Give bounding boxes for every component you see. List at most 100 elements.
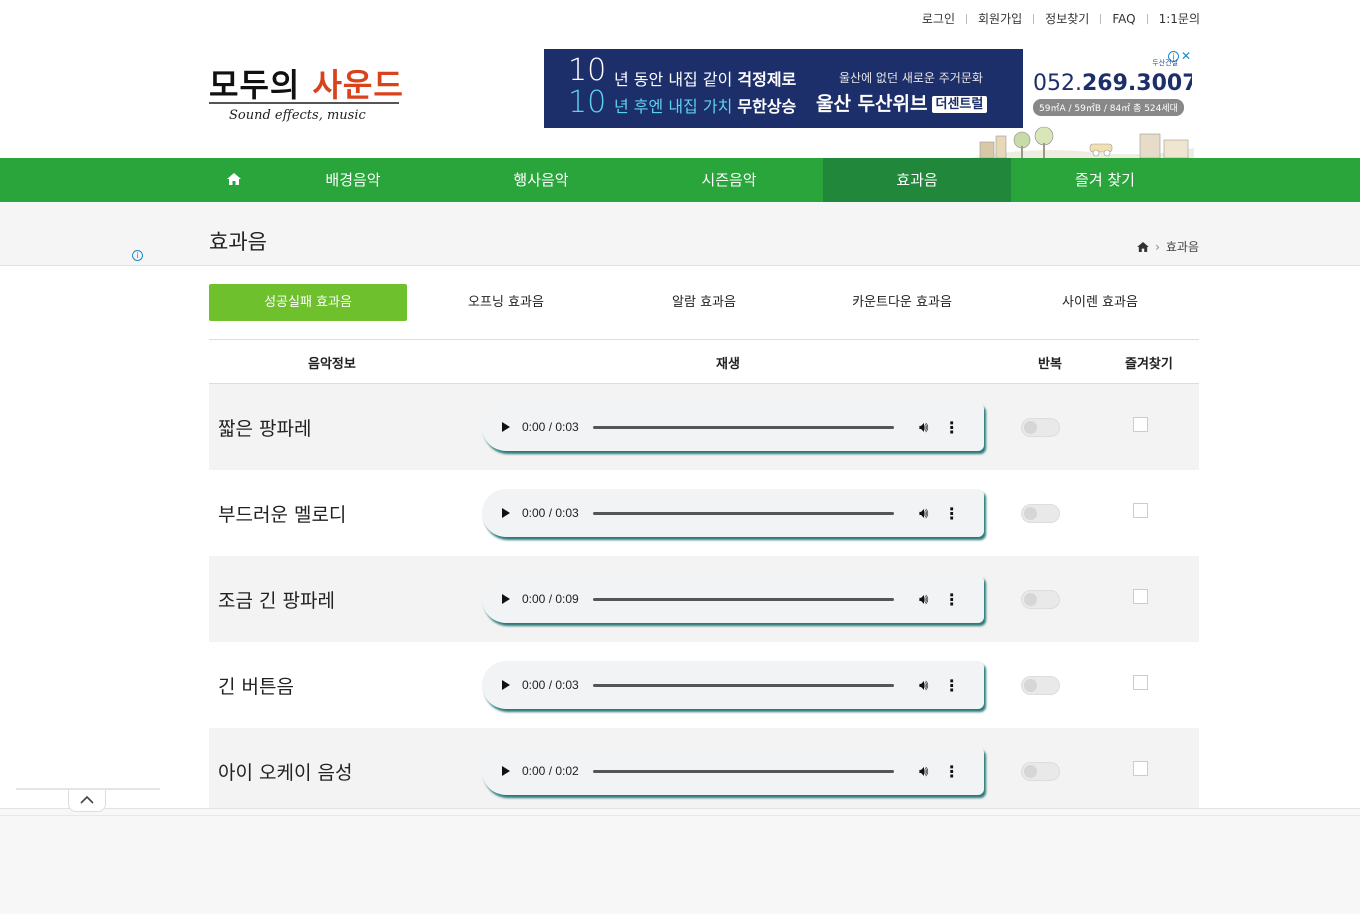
category-tabs: 성공실패 효과음 오프닝 효과음 알람 효과음 카운트다운 효과음 사이렌 효과… [209, 284, 1199, 321]
ad-phone-a: 052. [1033, 71, 1082, 96]
seek-bar[interactable] [592, 683, 894, 687]
more-options-icon[interactable]: ⋮ [944, 590, 960, 609]
logo-accent-text: 사운드 [312, 66, 404, 104]
table-row: 부드러운 멜로디 0:00 / 0:03 🔊︎ ⋮ [209, 470, 1199, 556]
favorite-checkbox[interactable] [1133, 761, 1148, 776]
play-icon[interactable] [502, 422, 510, 432]
more-options-icon[interactable]: ⋮ [944, 504, 960, 523]
inquiry-link[interactable]: 1:1문의 [1159, 10, 1200, 27]
toggle-knob [1024, 593, 1037, 606]
header-favorite: 즐겨찾기 [1125, 357, 1173, 372]
time-display: 0:00 / 0:03 [522, 420, 579, 434]
seek-bar[interactable] [592, 769, 894, 773]
ad-digit-top: 10 [568, 53, 607, 88]
divider [966, 13, 967, 24]
ad-houses-illustration [970, 126, 1194, 158]
volume-icon[interactable]: 🔊︎ [916, 504, 932, 522]
ad-line1-b: 걱정제로 [737, 70, 797, 89]
time-display: 0:00 / 0:09 [522, 592, 579, 606]
play-icon[interactable] [502, 594, 510, 604]
play-icon[interactable] [502, 508, 510, 518]
logo-underline [209, 102, 399, 104]
audio-player[interactable]: 0:00 / 0:03 🔊︎ ⋮ [482, 661, 984, 709]
sound-list: 짧은 팡파레 0:00 / 0:03 🔊︎ ⋮ 부드러운 멜로디 0:00 / … [209, 384, 1199, 814]
repeat-toggle[interactable] [1021, 590, 1060, 609]
signup-link[interactable]: 회원가입 [978, 10, 1022, 27]
volume-icon[interactable]: 🔊︎ [916, 676, 932, 694]
sound-title: 아이 오케이 음성 [218, 762, 353, 784]
nav-item-sound-effects[interactable]: 효과음 [823, 158, 1011, 202]
top-links: 로그인 회원가입 정보찾기 FAQ 1:1문의 [922, 10, 1200, 27]
seek-bar[interactable] [592, 511, 894, 515]
ad-line2-b: 무한상승 [737, 97, 797, 116]
table-row: 긴 버튼음 0:00 / 0:03 🔊︎ ⋮ [209, 642, 1199, 728]
play-icon[interactable] [502, 766, 510, 776]
site-logo[interactable]: 모두의 사운드 Sound effects, music [209, 58, 403, 130]
home-icon [227, 173, 241, 185]
audio-player[interactable]: 0:00 / 0:03 🔊︎ ⋮ [482, 489, 984, 537]
volume-icon[interactable]: 🔊︎ [916, 590, 932, 608]
audio-player[interactable]: 0:00 / 0:02 🔊︎ ⋮ [482, 747, 984, 795]
page-title: 효과음 [209, 230, 267, 254]
divider [1100, 13, 1102, 24]
sound-title: 조금 긴 팡파레 [218, 590, 335, 612]
repeat-toggle[interactable] [1021, 504, 1060, 523]
ad-phone: 052.269.3007 [1033, 71, 1192, 96]
tab-siren[interactable]: 사이렌 효과음 [1001, 284, 1199, 321]
more-options-icon[interactable]: ⋮ [944, 418, 960, 437]
favorite-checkbox[interactable] [1133, 503, 1148, 518]
ad-brand: 두산건설 [1152, 59, 1178, 67]
chevron-right-icon: › [1155, 239, 1160, 254]
more-options-icon[interactable]: ⋮ [944, 762, 960, 781]
toggle-knob [1024, 765, 1037, 778]
breadcrumb: › 효과음 [1137, 238, 1199, 255]
favorite-checkbox[interactable] [1133, 589, 1148, 604]
main-nav: 배경음악 행사음악 시즌음악 효과음 즐겨 찾기 [0, 158, 1360, 202]
time-display: 0:00 / 0:03 [522, 506, 579, 520]
more-options-icon[interactable]: ⋮ [944, 676, 960, 695]
favorite-checkbox[interactable] [1133, 675, 1148, 690]
tab-alarm[interactable]: 알람 효과음 [605, 284, 803, 321]
audio-player[interactable]: 0:00 / 0:09 🔊︎ ⋮ [482, 575, 984, 623]
header-repeat: 반복 [1038, 357, 1062, 372]
collapse-button[interactable] [68, 790, 106, 812]
play-icon[interactable] [502, 680, 510, 690]
seek-bar[interactable] [592, 597, 894, 601]
repeat-toggle[interactable] [1021, 676, 1060, 695]
logo-text: 모두의 사운드 [209, 60, 404, 106]
ad-sizes: 59㎡A / 59㎡B / 84㎡ 총 524세대 [1033, 99, 1184, 116]
repeat-toggle[interactable] [1021, 418, 1060, 437]
sound-title: 짧은 팡파레 [218, 418, 312, 440]
nav-item-season-music[interactable]: 시즌음악 [635, 158, 823, 202]
tab-countdown[interactable]: 카운트다운 효과음 [803, 284, 1001, 321]
toggle-knob [1024, 507, 1037, 520]
divider [0, 815, 1360, 816]
ad-line2: 년 후엔 내집 가치 무한상승 [614, 93, 796, 117]
audio-player[interactable]: 0:00 / 0:03 🔊︎ ⋮ [482, 403, 984, 451]
volume-icon[interactable]: 🔊︎ [916, 762, 932, 780]
time-display: 0:00 / 0:02 [522, 764, 579, 778]
info-icon[interactable]: i [132, 250, 143, 261]
toggle-knob [1024, 421, 1037, 434]
page-header: 효과음 › 효과음 [0, 202, 1360, 266]
ad-banner[interactable]: 10 10 년 동안 내집 같이 걱정제로 년 후엔 내집 가치 무한상승 울산… [544, 49, 1192, 128]
volume-icon[interactable]: 🔊︎ [916, 418, 932, 436]
find-info-link[interactable]: 정보찾기 [1045, 10, 1089, 27]
ad-close-icon[interactable]: ✕ [1181, 49, 1191, 63]
nav-item-favorites[interactable]: 즐겨 찾기 [1011, 158, 1199, 202]
nav-item-bgm[interactable]: 배경음악 [259, 158, 447, 202]
tab-opening[interactable]: 오프닝 효과음 [407, 284, 605, 321]
login-link[interactable]: 로그인 [922, 10, 955, 27]
favorite-checkbox[interactable] [1133, 417, 1148, 432]
home-icon[interactable] [1137, 241, 1149, 252]
repeat-toggle[interactable] [1021, 762, 1060, 781]
ad-line1-a: 년 동안 내집 같이 [614, 70, 738, 89]
main-nav-inner: 배경음악 행사음악 시즌음악 효과음 즐겨 찾기 [209, 158, 1199, 202]
tab-success-fail[interactable]: 성공실패 효과음 [209, 284, 407, 321]
faq-link[interactable]: FAQ [1112, 12, 1135, 26]
seek-bar[interactable] [592, 425, 894, 429]
ad-right: i ✕ 두산건설 052.269.3007 59㎡A / 59㎡B / 84㎡ … [1023, 49, 1192, 128]
nav-home[interactable] [209, 158, 259, 202]
nav-item-event-music[interactable]: 행사음악 [447, 158, 635, 202]
divider [1033, 13, 1035, 24]
